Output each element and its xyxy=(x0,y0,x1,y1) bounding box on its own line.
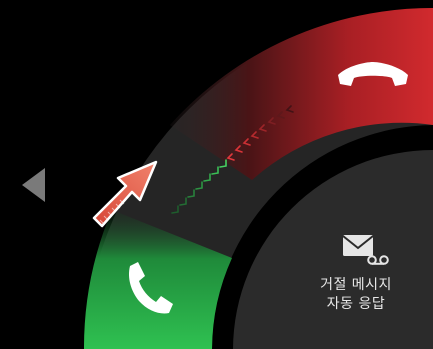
reject-message-line1: 거절 메시지 xyxy=(320,277,392,293)
reject-message-label[interactable]: 거절 메시지 자동 응답 xyxy=(300,276,412,314)
chevron-left-icon[interactable] xyxy=(22,168,45,202)
reject-message-line2: 자동 응답 xyxy=(326,296,386,312)
incoming-call-screen: 거절 메시지 자동 응답 xyxy=(0,0,433,349)
